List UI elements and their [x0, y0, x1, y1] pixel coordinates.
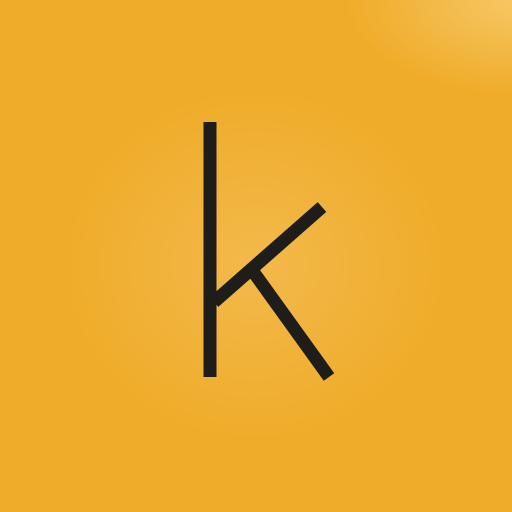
app-icon	[0, 0, 512, 512]
letter-k-logo	[203, 122, 335, 381]
letter-k-lower-leg	[246, 266, 335, 381]
